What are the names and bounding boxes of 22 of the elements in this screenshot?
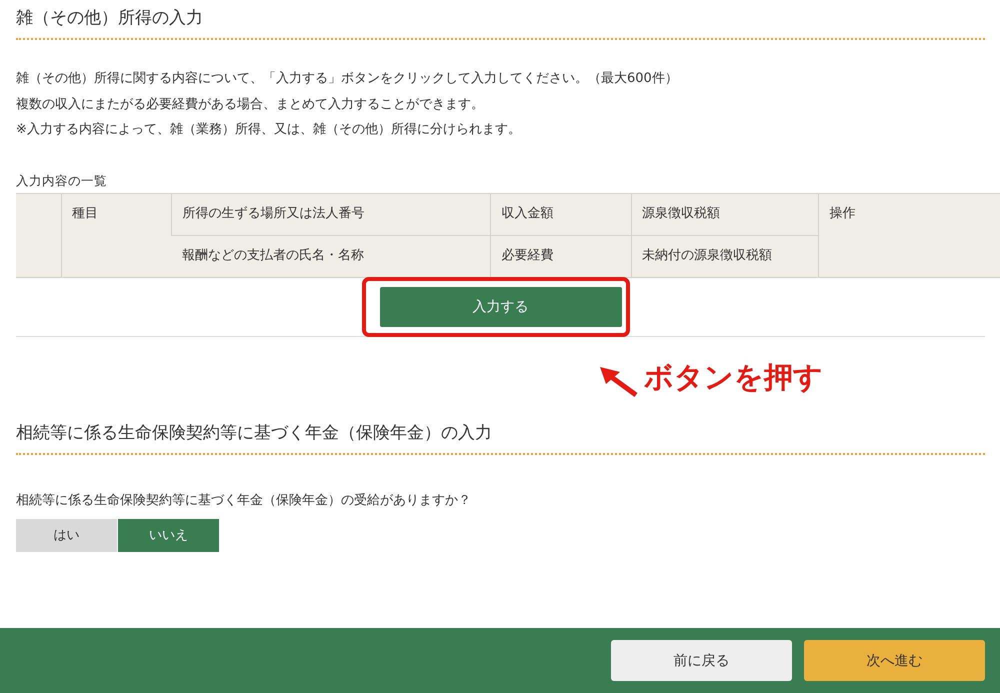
question-text: 相続等に係る生命保険契約等に基づく年金（保険年金）の受給がありますか？ xyxy=(16,492,472,508)
arrow-icon xyxy=(598,364,638,398)
back-button[interactable]: 前に戻る xyxy=(611,640,792,681)
table-header-cell: 操作 xyxy=(818,193,1000,277)
table-header-cell: 報酬などの支払者の氏名・名称 xyxy=(172,235,491,277)
table-caption: 入力内容の一覧 xyxy=(16,172,107,188)
section-title: 相続等に係る生命保険契約等に基づく年金（保険年金）の入力 xyxy=(16,414,985,454)
table-header-cell: 収入金額 xyxy=(490,193,632,235)
table-header-cell: 源泉徴収税額 xyxy=(631,193,819,235)
instruction-text: ※入力する内容によって、雑（業務）所得、又は、雑（その他）所得に分けられます。 xyxy=(16,121,522,139)
annotation-text: ボタンを押す xyxy=(644,359,823,396)
option-button[interactable]: いいえ xyxy=(118,518,219,552)
next-button[interactable]: 次へ進む xyxy=(804,640,985,681)
table-header-cell: 必要経費 xyxy=(490,235,632,277)
table-header-cell: 未納付の源泉徴収税額 xyxy=(631,235,819,277)
instruction-text: 雑（その他）所得に関する内容について、「入力する」ボタンをクリックして入力してください。（最大600件） xyxy=(16,70,679,88)
table-header-cell: 種目 xyxy=(62,193,172,277)
instruction-text: 複数の収入にまたがる必要経費がある場合、まとめて入力することができます。 xyxy=(16,96,485,114)
section-title: 雑（その他）所得の入力 xyxy=(16,0,985,40)
input-button[interactable]: 入力する xyxy=(380,286,622,326)
table-header-cell: 所得の生ずる場所又は法人番号 xyxy=(172,193,491,235)
option-button[interactable]: はい xyxy=(16,518,117,552)
